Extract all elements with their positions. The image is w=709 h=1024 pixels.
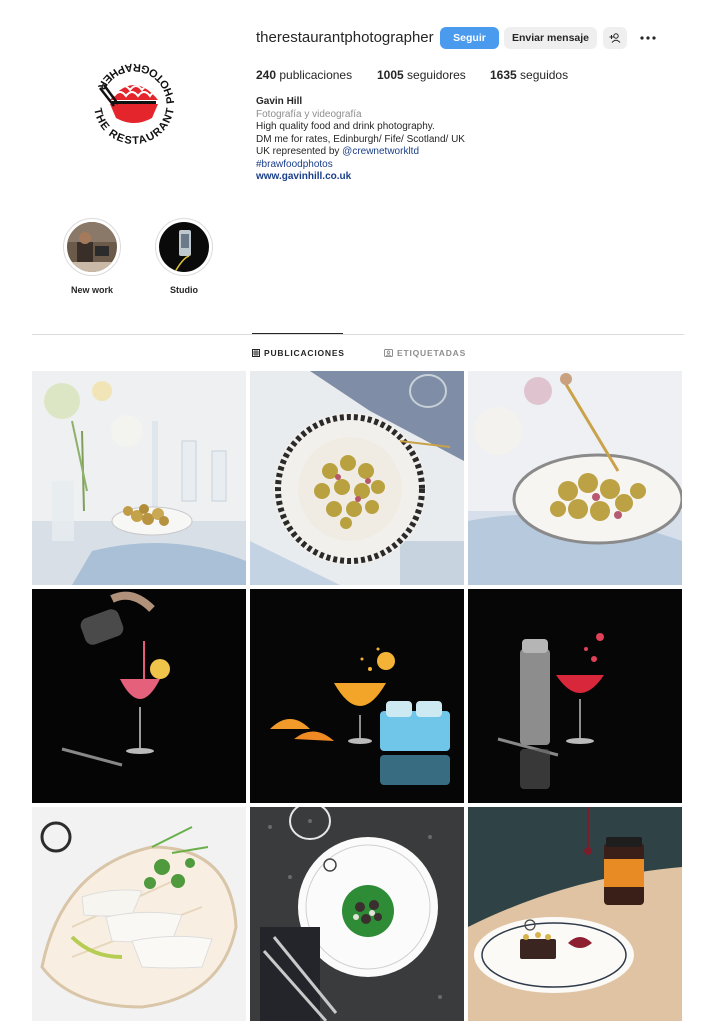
following-count[interactable]: 1635 seguidos — [490, 68, 568, 82]
post-tile[interactable] — [32, 589, 246, 803]
bio-line: DM me for rates, Edinburgh/ Fife/ Scotla… — [256, 133, 465, 145]
post-tile[interactable] — [32, 807, 246, 1021]
post-image-potatoes-overhead — [250, 371, 464, 585]
highlight-cover-image — [67, 222, 117, 272]
post-image-scallop-dish — [32, 807, 246, 1021]
posts-count[interactable]: 240 publicaciones — [256, 68, 352, 82]
tabs-divider — [32, 334, 684, 335]
profile-category: Fotografía y videografía — [256, 108, 362, 120]
post-image-cocktail-pour — [32, 589, 246, 803]
highlight-studio[interactable]: Studio — [154, 218, 214, 295]
grid-icon — [252, 349, 260, 357]
highlight-cover-image — [159, 222, 209, 272]
mention-link[interactable]: @crewnetworkltd — [342, 146, 419, 157]
tab-posts[interactable]: PUBLICACIONES — [252, 348, 345, 358]
follow-button[interactable]: Seguir — [440, 27, 499, 49]
post-image-potatoes-table — [32, 371, 246, 585]
post-image-green-dish — [250, 807, 464, 1021]
active-tab-indicator — [252, 333, 343, 334]
hashtag-link[interactable]: #brawfoodphotos — [256, 159, 465, 172]
post-tile[interactable] — [32, 371, 246, 585]
highlight-label: Studio — [170, 285, 198, 295]
highlight-label: New work — [70, 285, 113, 295]
profile-username: therestaurantphotographer — [256, 29, 434, 46]
send-message-button[interactable]: Enviar mensaje — [504, 27, 597, 49]
post-tile[interactable] — [468, 589, 682, 803]
website-link[interactable]: www.gavinhill.co.uk — [256, 171, 465, 184]
tagged-user-icon — [384, 349, 393, 357]
tab-tagged[interactable]: ETIQUETADAS — [384, 348, 466, 358]
bio-line: UK represented by @crewnetworkltd — [256, 146, 420, 157]
more-icon — [640, 36, 656, 40]
post-tile[interactable] — [250, 807, 464, 1021]
profile-avatar[interactable]: THE RESTAURANT PHOTOGRAPHER — [80, 50, 188, 158]
restaurant-photographer-logo: THE RESTAURANT PHOTOGRAPHER — [81, 51, 187, 157]
bio-line: High quality food and drink photography. — [256, 121, 435, 132]
more-options-button[interactable] — [638, 27, 658, 49]
post-tile[interactable] — [250, 371, 464, 585]
post-image-chocolate-dessert — [468, 807, 682, 1021]
post-tile[interactable] — [250, 589, 464, 803]
profile-name: Gavin Hill — [256, 96, 303, 107]
post-tile[interactable] — [468, 371, 682, 585]
highlight-new-work[interactable]: New work — [62, 218, 122, 295]
add-person-icon — [609, 33, 621, 43]
post-image-orange-cocktail — [250, 589, 464, 803]
post-image-potatoes-fork — [468, 371, 682, 585]
profile-bio: Gavin Hill Fotografía y videografía High… — [256, 96, 465, 184]
post-image-red-cocktail — [468, 589, 682, 803]
followers-count[interactable]: 1005 seguidores — [377, 68, 466, 82]
suggested-accounts-button[interactable] — [603, 27, 627, 49]
post-tile[interactable] — [468, 807, 682, 1021]
